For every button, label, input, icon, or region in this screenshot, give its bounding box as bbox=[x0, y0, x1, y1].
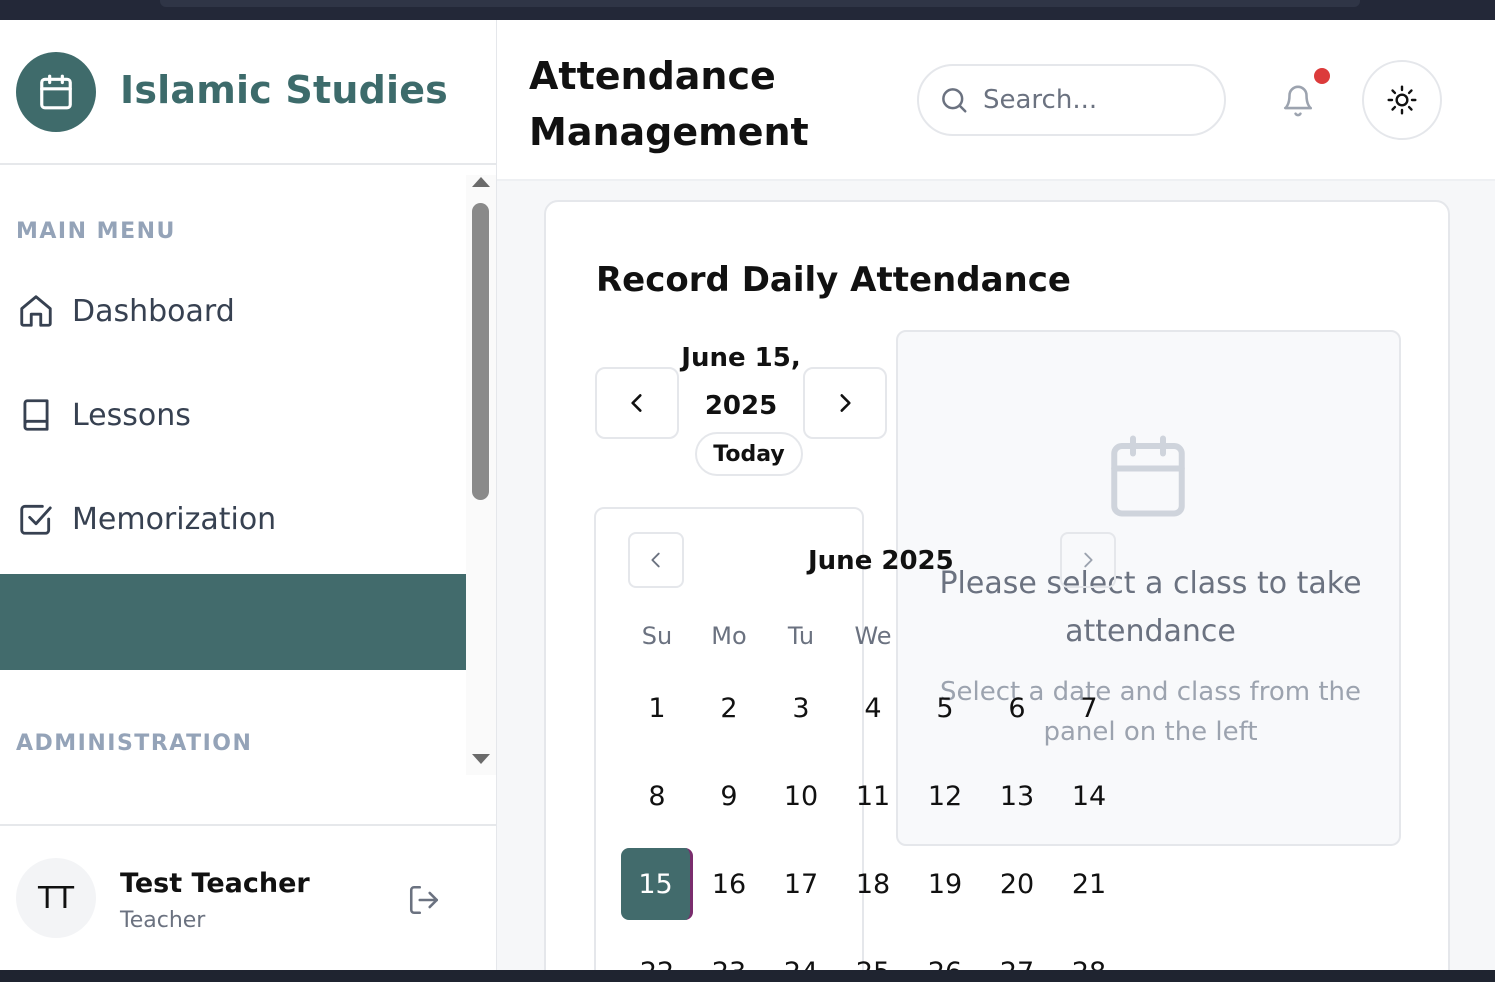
sidebar-scrollbar[interactable] bbox=[466, 175, 496, 775]
user-role: Teacher bbox=[120, 908, 206, 933]
calendar-icon bbox=[1111, 435, 1185, 517]
bell-icon bbox=[1283, 85, 1313, 117]
previous-month-button[interactable] bbox=[628, 532, 684, 588]
calendar-day[interactable]: 13 bbox=[981, 760, 1053, 832]
top-header: Attendance Management bbox=[497, 20, 1495, 181]
brand-header: Islamic Studies bbox=[0, 20, 496, 165]
weekday-header: Su bbox=[641, 622, 673, 650]
search-input[interactable] bbox=[983, 85, 1203, 115]
sidebar: Islamic Studies MAIN MENU Dashboard Less… bbox=[0, 20, 497, 970]
next-month-button[interactable] bbox=[1060, 532, 1116, 588]
sidebar-item-active[interactable] bbox=[0, 574, 466, 670]
calendar-day[interactable]: 7 bbox=[1053, 672, 1125, 744]
sidebar-item-label: Memorization bbox=[72, 501, 277, 537]
calendar-day[interactable]: 2 bbox=[693, 672, 765, 744]
search-icon bbox=[942, 88, 967, 113]
calendar-day[interactable]: 17 bbox=[765, 848, 837, 920]
calendar-day[interactable]: 20 bbox=[981, 848, 1053, 920]
calendar-day[interactable]: 5 bbox=[909, 672, 981, 744]
today-button[interactable]: Today bbox=[695, 432, 803, 476]
empty-state-title: Please select a class to take attendance bbox=[939, 566, 1362, 649]
main-content: Record Daily Attendance June 15, 2025 To… bbox=[497, 181, 1495, 982]
calendar-day[interactable]: 11 bbox=[837, 760, 909, 832]
search-box[interactable] bbox=[917, 64, 1226, 136]
notification-badge bbox=[1314, 68, 1330, 84]
calendar-logo-icon bbox=[16, 52, 96, 132]
calendar-day[interactable]: 8 bbox=[621, 760, 693, 832]
scroll-up-arrow-icon[interactable] bbox=[472, 177, 490, 187]
sidebar-item-memorization[interactable]: Memorization bbox=[0, 471, 466, 567]
chevron-right-icon bbox=[1084, 552, 1093, 568]
weekday-header: We bbox=[854, 622, 892, 650]
logout-icon bbox=[409, 885, 439, 915]
previous-day-button[interactable] bbox=[595, 367, 679, 439]
weekday-header: Tu bbox=[787, 622, 815, 650]
calendar-day[interactable]: 4 bbox=[837, 672, 909, 744]
app-title: Islamic Studies bbox=[120, 68, 449, 112]
chevron-right-icon bbox=[840, 394, 851, 412]
sidebar-item-label: Lessons bbox=[72, 397, 191, 433]
scroll-thumb[interactable] bbox=[472, 203, 489, 500]
main-menu-label: MAIN MENU bbox=[16, 219, 176, 244]
theme-toggle-button[interactable] bbox=[1362, 60, 1442, 140]
notifications-button[interactable] bbox=[1277, 80, 1319, 122]
page-title: Attendance Management bbox=[529, 54, 809, 154]
sidebar-item-label: Dashboard bbox=[72, 293, 235, 329]
logout-button[interactable] bbox=[404, 880, 444, 920]
browser-top-bar bbox=[0, 0, 1495, 20]
attendance-card: Record Daily Attendance June 15, 2025 To… bbox=[544, 200, 1450, 982]
calendar-day[interactable]: 14 bbox=[1053, 760, 1125, 832]
weekday-header: Mo bbox=[711, 622, 747, 650]
calendar-day[interactable]: 1 bbox=[621, 672, 693, 744]
chevron-left-icon bbox=[631, 394, 642, 412]
browser-tab-strip bbox=[160, 0, 1360, 7]
calendar-day[interactable]: 6 bbox=[981, 672, 1053, 744]
sidebar-item-dashboard[interactable]: Dashboard bbox=[0, 263, 466, 359]
calendar-day[interactable]: 12 bbox=[909, 760, 981, 832]
administration-label: ADMINISTRATION bbox=[16, 731, 253, 756]
calendar-day[interactable]: 19 bbox=[909, 848, 981, 920]
calendar-day-selected[interactable]: 15 bbox=[621, 848, 693, 920]
book-icon bbox=[16, 395, 56, 435]
card-title: Record Daily Attendance bbox=[596, 260, 1071, 300]
calendar-day[interactable]: 16 bbox=[693, 848, 765, 920]
next-day-button[interactable] bbox=[803, 367, 887, 439]
bottom-bar bbox=[0, 970, 1495, 982]
calendar-month-label: June 2025 bbox=[808, 546, 954, 576]
user-name: Test Teacher bbox=[120, 868, 310, 899]
selected-date: June 15, 2025 bbox=[681, 343, 801, 421]
calendar-day[interactable]: 10 bbox=[765, 760, 837, 832]
check-square-icon bbox=[16, 499, 56, 539]
calendar-day[interactable]: 21 bbox=[1053, 848, 1125, 920]
scroll-down-arrow-icon[interactable] bbox=[472, 754, 490, 764]
chevron-left-icon bbox=[651, 552, 660, 568]
home-icon bbox=[16, 291, 56, 331]
calendar-day[interactable]: 18 bbox=[837, 848, 909, 920]
sun-icon bbox=[1387, 85, 1417, 115]
sidebar-item-lessons[interactable]: Lessons bbox=[0, 367, 466, 463]
calendar-day[interactable]: 9 bbox=[693, 760, 765, 832]
user-panel: TT Test Teacher Teacher bbox=[0, 824, 496, 970]
calendar-day[interactable]: 3 bbox=[765, 672, 837, 744]
sidebar-nav: MAIN MENU Dashboard Lessons Memorization… bbox=[0, 175, 496, 775]
avatar: TT bbox=[16, 858, 96, 938]
